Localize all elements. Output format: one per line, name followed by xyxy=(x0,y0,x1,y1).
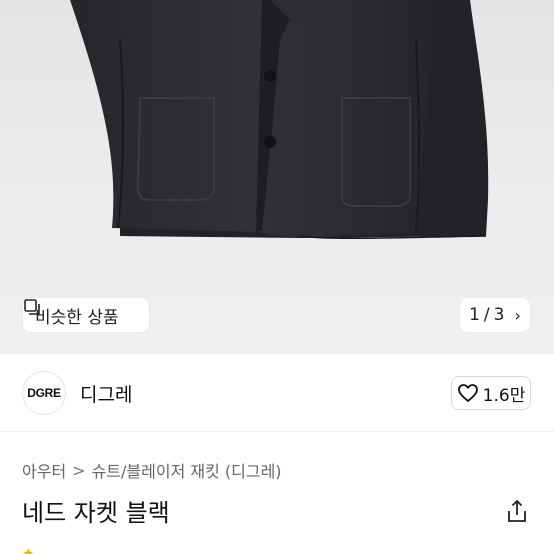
heart-icon xyxy=(457,384,478,402)
breadcrumb-item-outer[interactable]: 아우터 xyxy=(22,458,66,482)
rating-stars: ★ xyxy=(22,546,35,554)
similar-products-button[interactable]: 비슷한 상품 xyxy=(23,298,149,332)
page-separator: / xyxy=(483,305,490,325)
breadcrumb-separator: > xyxy=(72,460,86,480)
similar-items-icon xyxy=(24,299,40,315)
like-button[interactable]: 1.6만 xyxy=(451,376,531,410)
page-total: 3 xyxy=(493,305,505,325)
product-image-gallery[interactable]: 비슷한 상품 1 / 3 › xyxy=(0,0,554,354)
share-icon[interactable] xyxy=(504,498,530,524)
seller-row[interactable]: DGRE 디그레 1.6만 xyxy=(0,354,554,432)
product-title: 네드 자켓 블랙 xyxy=(22,499,170,527)
chevron-right-icon: › xyxy=(514,305,521,325)
similar-products-label: 비슷한 상품 xyxy=(35,307,119,328)
breadcrumb: 아우터 > 슈트/블레이저 재킷 (디그레) xyxy=(22,458,282,482)
image-pager[interactable]: 1 / 3 › xyxy=(460,298,530,332)
seller-logo-text: DGRE xyxy=(27,386,61,400)
seller-logo[interactable]: DGRE xyxy=(22,371,66,415)
page-current: 1 xyxy=(469,305,480,325)
like-count: 1.6만 xyxy=(482,385,526,406)
breadcrumb-item-suit-blazer[interactable]: 슈트/블레이저 재킷 (디그레) xyxy=(92,458,282,482)
seller-name[interactable]: 디그레 xyxy=(80,380,132,407)
